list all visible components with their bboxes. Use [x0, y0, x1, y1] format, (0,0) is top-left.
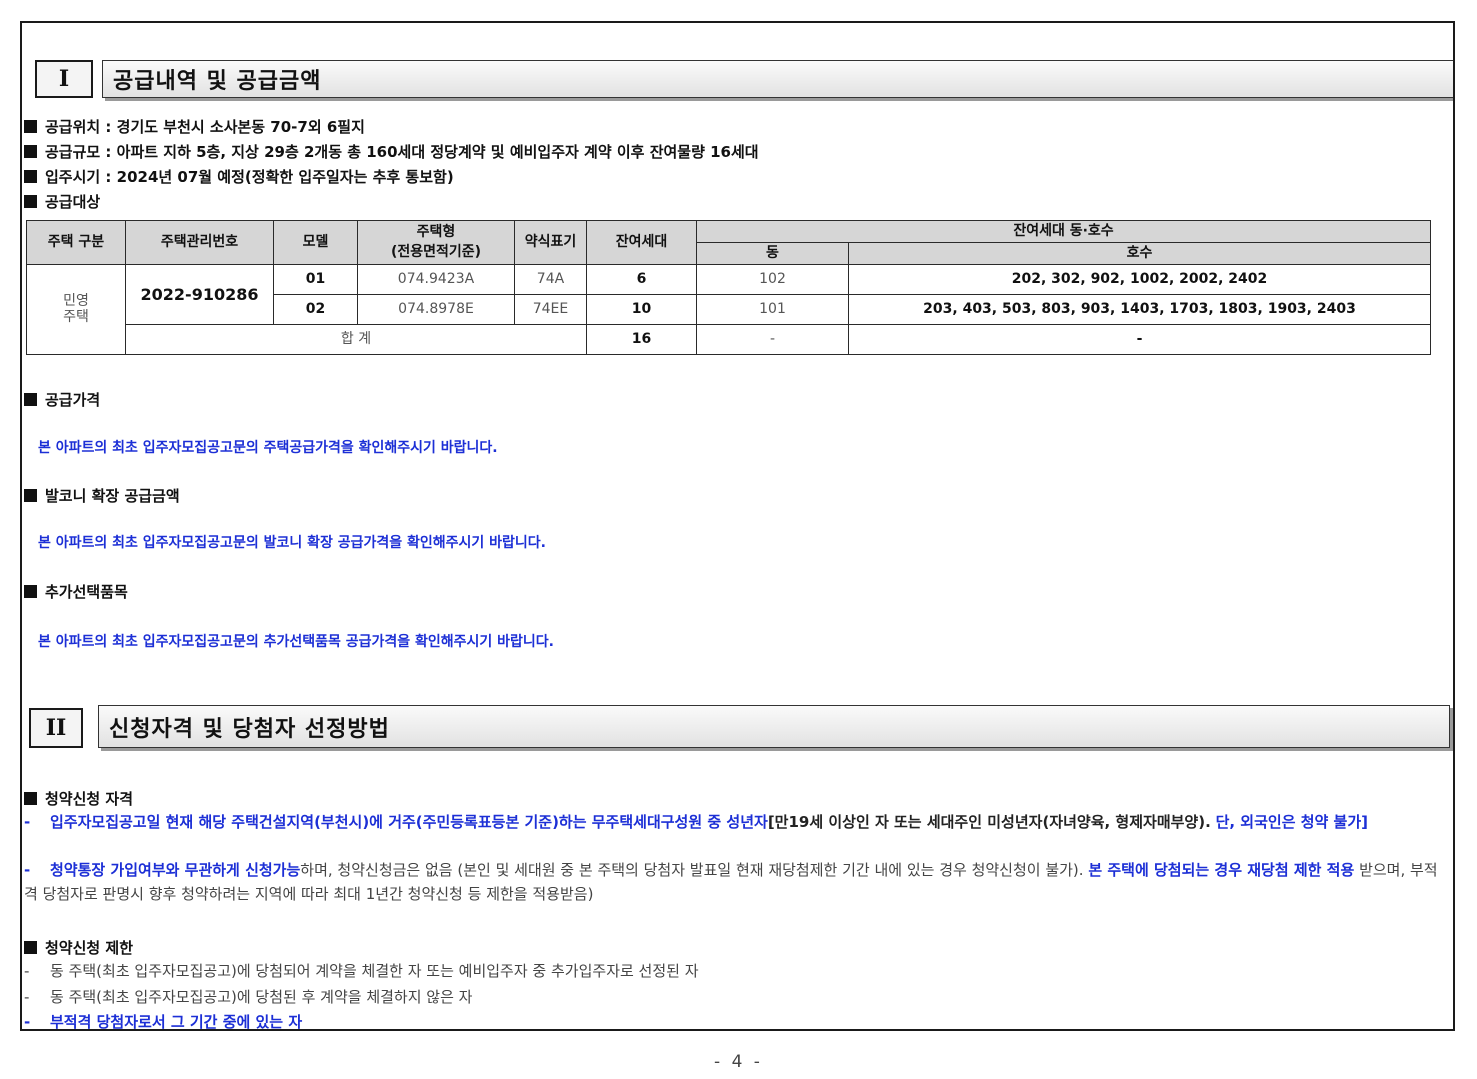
header-units: 잔여세대 동·호수 [695, 220, 1432, 243]
header-model: 모델 [273, 220, 358, 265]
dong-cell: 102 [696, 264, 849, 295]
bullet-square-icon [24, 585, 37, 598]
limit-item: - 부적격 당첨자로서 그 기간 중에 있는 자 [24, 1013, 303, 1031]
housing-type-cell: 074.8978E [357, 294, 515, 325]
section-number: II [29, 708, 83, 748]
page-number: - 4 - [714, 1052, 763, 1072]
model-cell: 02 [273, 294, 358, 325]
bullet-square-icon [24, 195, 37, 208]
short-cell: 74A [514, 264, 587, 295]
qualification-heading: 청약신청 자격 [24, 788, 133, 809]
section-number: I [35, 60, 93, 98]
total-dong: - [696, 324, 849, 355]
bullet-square-icon [24, 489, 37, 502]
qualification-item-1: - 입주자모집공고일 현재 해당 주택건설지역(부천시)에 거주(주민등록표등본 … [24, 813, 1368, 831]
total-label: 합 계 [125, 324, 587, 355]
bullet-square-icon [24, 170, 37, 183]
short-cell: 74EE [514, 294, 587, 325]
balcony-heading: 발코니 확장 공급금액 [24, 485, 180, 506]
bullet-square-icon [24, 792, 37, 805]
limit-item: -동 주택(최초 입주자모집공고)에 당첨되어 계약을 체결한 자 또는 예비입… [24, 962, 699, 980]
remaining-cell: 10 [586, 294, 697, 325]
total-remaining: 16 [586, 324, 697, 355]
document-page: I 공급내역 및 공급금액 공급위치 : 경기도 부천시 소사본동 70-7외 … [20, 21, 1455, 1031]
header-housing-type: 주택형 (전용면적기준) [357, 220, 515, 265]
bullet-square-icon [24, 120, 37, 133]
section-title: 신청자격 및 당첨자 선정방법 [98, 705, 1450, 748]
supply-location: 공급위치 : 경기도 부천시 소사본동 70-7외 6필지 [24, 116, 365, 137]
price-heading: 공급가격 [24, 389, 100, 410]
total-row: 합 계 16 - - [27, 324, 1432, 355]
bullet-square-icon [24, 941, 37, 954]
table-row: 민영 주택 2022-910286 01 074.9423A 74A 6 102… [26, 264, 1432, 355]
ho-cell: 203, 403, 503, 803, 903, 1403, 1703, 180… [847, 294, 1432, 325]
option-note: 본 아파트의 최초 입주자모집공고문의 추가선택품목 공급가격을 확인해주시기 … [38, 634, 554, 650]
bullet-square-icon [24, 393, 37, 406]
supply-table: 주택 구분 주택관리번호 모델 주택형 (전용면적기준) 약식표기 잔여세대 잔여… [26, 220, 1432, 355]
model-cell: 01 [273, 264, 358, 295]
dong-cell: 101 [696, 294, 849, 325]
mgmt-number-cell: 2022-910286 [125, 264, 274, 325]
remaining-cell: 6 [586, 264, 697, 295]
header-remaining: 잔여세대 [586, 220, 697, 265]
limit-heading: 청약신청 제한 [24, 937, 133, 958]
option-heading: 추가선택품목 [24, 581, 128, 602]
ho-cell: 202, 302, 902, 1002, 2002, 2402 [847, 264, 1432, 295]
balcony-note: 본 아파트의 최초 입주자모집공고문의 발코니 확장 공급가격을 확인해주시기 … [38, 535, 546, 551]
housing-type-cell: 074.9423A [357, 264, 515, 295]
section-title: 공급내역 및 공급금액 [102, 60, 1453, 98]
qualification-item-2: - 청약통장 가입여부와 무관하게 신청가능하며, 청약신청금은 없음 (본인 및… [24, 861, 1438, 903]
house-type-cell: 민영 주택 [26, 264, 126, 355]
header-house-type: 주택 구분 [26, 220, 126, 265]
bullet-square-icon [24, 145, 37, 158]
move-in-date: 입주시기 : 2024년 07월 예정(정확한 입주일자는 추후 통보함) [24, 166, 454, 187]
header-ho: 호수 [847, 242, 1432, 265]
total-ho: - [847, 324, 1432, 355]
limit-item: -동 주택(최초 입주자모집공고)에 당첨된 후 계약을 체결하지 않은 자 [24, 988, 473, 1006]
header-mgmt-number: 주택관리번호 [125, 220, 274, 265]
header-short: 약식표기 [514, 220, 587, 265]
supply-scale: 공급규모 : 아파트 지하 5층, 지상 29층 2개동 총 160세대 정당계… [24, 141, 759, 162]
header-dong: 동 [696, 242, 849, 265]
price-note: 본 아파트의 최초 입주자모집공고문의 주택공급가격을 확인해주시기 바랍니다. [38, 440, 498, 456]
supply-target: 공급대상 [24, 191, 100, 212]
